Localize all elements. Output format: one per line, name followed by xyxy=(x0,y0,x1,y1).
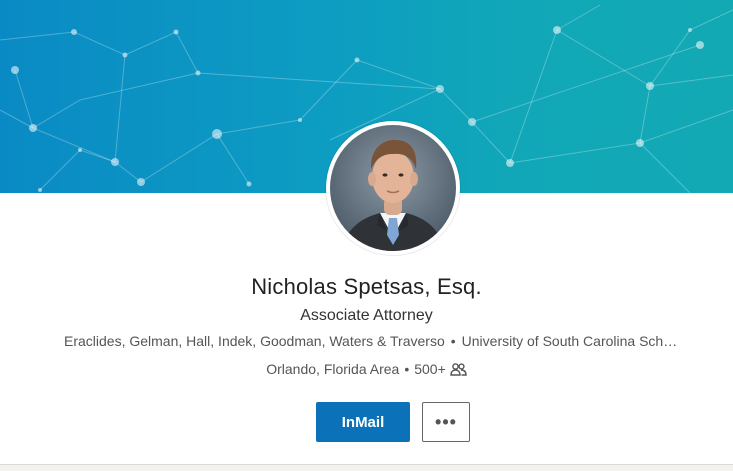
profile-photo[interactable] xyxy=(326,121,460,255)
people-icon xyxy=(450,363,467,379)
separator-dot: • xyxy=(450,333,456,349)
inmail-button[interactable]: InMail xyxy=(316,402,410,442)
education-school[interactable]: University of South Carolina School of L… xyxy=(462,333,684,349)
profile-affiliations: Eraclides, Gelman, Hall, Indek, Goodman,… xyxy=(64,333,728,349)
current-company[interactable]: Eraclides, Gelman, Hall, Indek, Goodman,… xyxy=(64,333,445,349)
profile-card: Nicholas Spetsas, Esq. Associate Attorne… xyxy=(0,0,733,465)
connections-count: 500+ xyxy=(414,361,446,377)
separator-dot: • xyxy=(404,361,410,377)
ellipsis-icon: ••• xyxy=(435,412,457,432)
location: Orlando, Florida Area xyxy=(266,361,400,377)
more-actions-button[interactable]: ••• xyxy=(422,402,470,442)
profile-location-line: Orlando, Florida Area • 500+ xyxy=(0,361,733,379)
avatar-image xyxy=(330,125,456,251)
portrait-illustration xyxy=(340,139,446,251)
profile-name: Nicholas Spetsas, Esq. xyxy=(251,274,482,299)
profile-headline: Associate Attorney xyxy=(300,307,433,324)
